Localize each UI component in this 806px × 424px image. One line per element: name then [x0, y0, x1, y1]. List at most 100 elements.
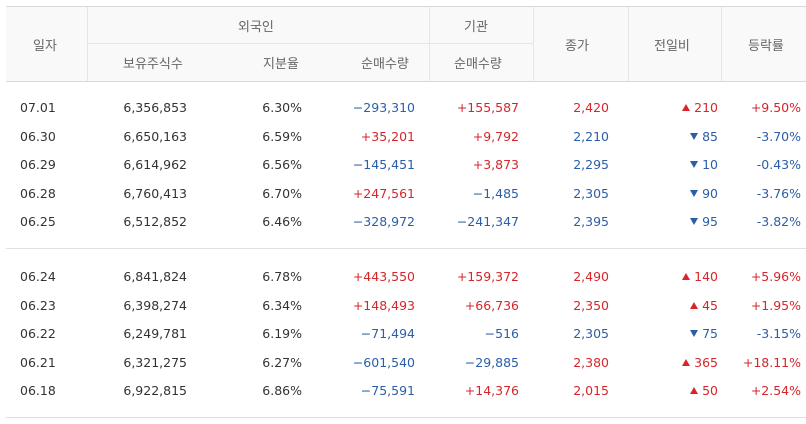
cell-inst-net: +155,587: [456, 100, 519, 115]
header-inst-net: 순매수량: [454, 57, 502, 72]
cell-share-ratio: 6.34%: [262, 297, 302, 313]
header-divider: [628, 7, 629, 81]
cell-share-ratio: 6.56%: [262, 157, 302, 172]
group-divider: [6, 248, 806, 249]
header-foreign-net: 순매수량: [361, 57, 409, 72]
cell-holdings: 6,512,852: [123, 214, 187, 229]
cell-share-ratio: 6.27%: [262, 354, 302, 370]
change-value: 95: [702, 214, 718, 229]
down-triangle-icon: [690, 218, 699, 225]
cell-change-rate: -3.76%: [756, 185, 801, 201]
cell-change: 210: [682, 100, 718, 115]
cell-close-price: 2,210: [573, 128, 609, 144]
change-value: 75: [702, 326, 718, 341]
change-value: 90: [702, 185, 718, 201]
change-value: 365: [694, 354, 718, 370]
cell-change-rate: +18.11%: [742, 354, 801, 370]
cell-close-price: 2,420: [573, 100, 609, 115]
cell-holdings: 6,321,275: [123, 354, 187, 370]
up-triangle-icon: [682, 273, 691, 280]
change-value: 140: [694, 269, 718, 284]
cell-change-rate: +1.95%: [750, 297, 801, 313]
cell-close-price: 2,295: [573, 157, 609, 172]
cell-change: 90: [690, 186, 718, 201]
cell-holdings: 6,650,163: [123, 128, 187, 144]
cell-foreign-net: −601,540: [352, 354, 415, 370]
change-value: 10: [702, 157, 718, 172]
cell-change: 10: [690, 157, 718, 172]
cell-date: 06.25: [20, 214, 56, 229]
cell-change-rate: -0.43%: [756, 157, 801, 172]
header-divider: [88, 43, 534, 44]
change-value: 85: [702, 128, 718, 144]
cell-change: 45: [690, 298, 718, 313]
cell-close-price: 2,305: [573, 326, 609, 341]
cell-date: 07.01: [20, 100, 56, 115]
cell-change: 140: [682, 269, 718, 284]
cell-holdings: 6,760,413: [123, 185, 187, 201]
cell-share-ratio: 6.30%: [262, 100, 302, 115]
cell-date: 06.30: [20, 128, 56, 144]
cell-holdings: 6,614,962: [123, 157, 187, 172]
cell-change-rate: +2.54%: [750, 383, 801, 398]
down-triangle-icon: [690, 161, 699, 168]
header-divider: [533, 7, 534, 81]
down-triangle-icon: [690, 189, 699, 197]
cell-date: 06.21: [20, 354, 56, 370]
up-triangle-icon: [682, 104, 691, 111]
cell-close-price: 2,350: [573, 297, 609, 313]
cell-holdings: 6,356,853: [123, 100, 187, 115]
cell-foreign-net: +443,550: [352, 269, 415, 284]
cell-inst-net: +9,792: [472, 128, 519, 144]
cell-date: 06.28: [20, 185, 56, 201]
cell-change-rate: +5.96%: [750, 269, 801, 284]
down-triangle-icon: [690, 132, 699, 140]
cell-foreign-net: −328,972: [352, 214, 415, 229]
cell-foreign-net: +35,201: [360, 128, 415, 144]
cell-close-price: 2,305: [573, 185, 609, 201]
cell-share-ratio: 6.70%: [262, 185, 302, 201]
cell-close-price: 2,395: [573, 214, 609, 229]
change-value: 50: [702, 383, 718, 398]
cell-inst-net: +14,376: [464, 383, 519, 398]
cell-change: 75: [690, 326, 718, 341]
cell-date: 06.18: [20, 383, 56, 398]
change-value: 210: [694, 100, 718, 115]
cell-date: 06.23: [20, 297, 56, 313]
cell-change: 50: [690, 383, 718, 398]
investor-trading-table: 일자 외국인 기관 종가 전일비 등락률 보유주식수 지분율 순매수량 순매수량…: [0, 0, 806, 424]
header-foreign: 외국인: [238, 20, 274, 35]
cell-share-ratio: 6.59%: [262, 128, 302, 144]
change-value: 45: [702, 297, 718, 313]
cell-change-rate: +9.50%: [750, 100, 801, 115]
cell-inst-net: −1,485: [472, 185, 519, 201]
cell-close-price: 2,490: [573, 269, 609, 284]
cell-change: 85: [690, 129, 718, 144]
cell-foreign-net: +148,493: [352, 297, 415, 313]
header-institution: 기관: [464, 20, 488, 35]
cell-inst-net: −241,347: [456, 214, 519, 229]
cell-inst-net: −29,885: [464, 354, 519, 370]
cell-share-ratio: 6.19%: [262, 326, 302, 341]
cell-close-price: 2,380: [573, 354, 609, 370]
cell-foreign-net: −71,494: [360, 326, 415, 341]
down-triangle-icon: [690, 330, 699, 337]
cell-inst-net: +159,372: [456, 269, 519, 284]
cell-inst-net: +66,736: [464, 297, 519, 313]
cell-share-ratio: 6.86%: [262, 383, 302, 398]
cell-date: 06.24: [20, 269, 56, 284]
header-change: 전일비: [654, 39, 690, 54]
cell-date: 06.29: [20, 157, 56, 172]
header-divider: [429, 7, 430, 81]
cell-date: 06.22: [20, 326, 56, 341]
cell-share-ratio: 6.46%: [262, 214, 302, 229]
table-bottom-border: [6, 417, 806, 418]
cell-change: 365: [682, 355, 718, 370]
up-triangle-icon: [690, 301, 699, 309]
header-divider: [87, 7, 88, 81]
cell-holdings: 6,841,824: [123, 269, 187, 284]
cell-change-rate: -3.82%: [756, 214, 801, 229]
header-change-rate: 등락률: [748, 39, 784, 54]
up-triangle-icon: [682, 358, 691, 366]
header-close-price: 종가: [565, 39, 589, 54]
